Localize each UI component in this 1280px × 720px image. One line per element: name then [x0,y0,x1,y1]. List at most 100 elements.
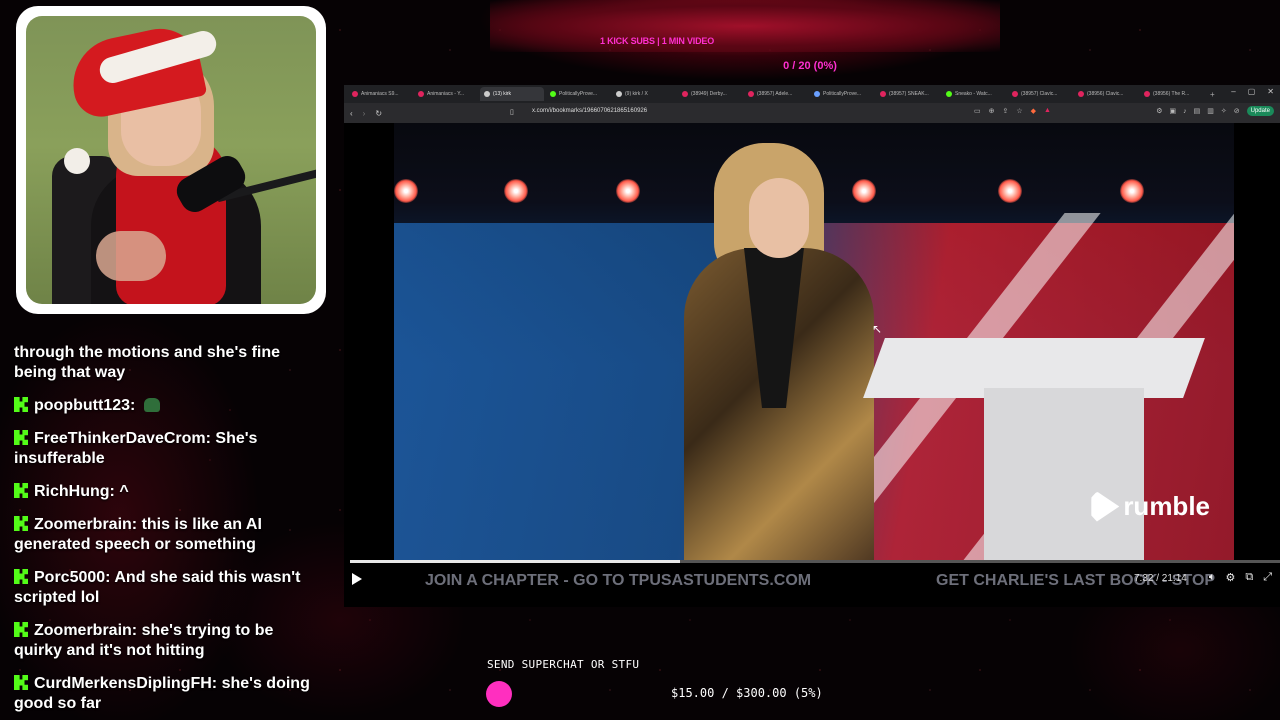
brave-shield-icon[interactable]: ◆ [1031,107,1036,115]
tab-bar: Animaniacs S9... Animaniacs - Y... (13) … [344,85,1280,103]
sidebar-icon[interactable]: ▤ [1194,107,1201,115]
kick-badge-icon [14,622,28,637]
play-icon[interactable] [352,573,362,585]
bookmark-icon[interactable]: ▯ [510,108,514,116]
star-icon[interactable]: ☆ [1016,107,1022,115]
minimize-icon[interactable]: – [1231,87,1235,96]
update-button[interactable]: Update [1246,106,1274,116]
video-time: 7:32 / 21:14 [1134,573,1187,584]
tab-label: PoliticallyProve... [823,91,862,97]
browser-tab[interactable]: (38949) Derby... [678,87,742,101]
extension-icon[interactable]: ▣ [1170,107,1177,115]
tab-label: Sneako - Watc... [955,91,992,97]
stage-light [504,179,528,203]
tab-label: (38949) Derby... [691,91,727,97]
podium [863,338,1205,563]
superchat-progress-dot [486,681,512,707]
tab-label: (38957) Clavic... [1021,91,1058,97]
share-icon[interactable]: ⇪ [1003,107,1009,115]
chat-username: RichHung [34,483,110,500]
stage-light [1120,179,1144,203]
bluesky-tab-icon [814,91,820,97]
tab-label: Animaniacs - Y... [427,91,465,97]
podium-body [984,388,1144,563]
emote-icon [143,398,160,412]
toolbar-right: ⚙ ▣ ♪ ▤ ▥ ✧ ⊘ Update [1156,106,1274,116]
x-tab-icon [616,91,622,97]
chat-message: Zoomerbrain: this is like an AI generate… [14,516,262,553]
video-player[interactable]: rumble [394,123,1234,563]
chat-message-text: through the motions and she's fine being… [14,344,281,381]
kick-badge-icon [14,483,28,498]
subgoal-counter: 0 / 20 (0%) [783,60,837,72]
chat-username: Porc5000 [34,569,106,586]
chat-message-text: ^ [119,483,129,500]
browser-tab[interactable]: (38956) The R... [1140,87,1204,101]
chat-username: CurdMerkensDiplingFH [34,675,212,692]
mouse-cursor-icon: ↖ [872,322,883,336]
browser-tab[interactable]: PoliticallyProve... [546,87,610,101]
browser-tab[interactable]: (9) kirk / X [612,87,676,101]
kick-badge-icon [14,516,28,531]
tab-label: (38956) The R... [1153,91,1190,97]
forward-icon[interactable]: › [363,109,366,118]
tab-label: PoliticallyProve... [559,91,598,97]
browser-window: Animaniacs S9... Animaniacs - Y... (13) … [344,85,1280,607]
zoom-icon[interactable]: ⊕ [989,107,995,115]
cam-hand [96,231,166,281]
chat-username: Zoomerbrain [34,516,132,533]
browser-tab[interactable]: (38957) SNEAK... [876,87,940,101]
youtube-tab-icon [352,91,358,97]
chat-feed: through the motions and she's fine being… [14,343,324,720]
browser-tab[interactable]: (38957) Clavic... [1008,87,1072,101]
tab-label: (9) kirk / X [625,91,648,97]
tab-label: (38956) Clavic... [1087,91,1124,97]
stage-light [852,179,876,203]
superchat-goal-label: SEND SUPERCHAT OR STFU [487,658,640,671]
popout-icon[interactable]: ⧉ [1245,571,1253,584]
maximize-icon[interactable]: ▢ [1248,87,1256,96]
youtube-tab-icon [1078,91,1084,97]
webcam-frame [16,6,326,314]
youtube-tab-icon [682,91,688,97]
rumble-logo-icon [1091,491,1120,522]
browser-tab[interactable]: Animaniacs S9... [348,87,412,101]
new-tab-icon[interactable]: + [1210,90,1215,99]
browser-tab[interactable]: PoliticallyProve... [810,87,874,101]
tab-label: (13) kirk [493,91,512,97]
cam-santa-hat-pom [64,148,90,174]
vpn-icon[interactable]: ⊘ [1234,107,1240,115]
stage-light [998,179,1022,203]
back-icon[interactable]: ‹ [350,109,353,118]
extension-icon[interactable]: ⚙ [1156,107,1162,115]
subgoal-banner: 1 KICK SUBS | 1 MIN VIDEO [490,0,1000,52]
browser-tab-active[interactable]: (13) kirk [480,87,544,101]
fullscreen-icon[interactable]: ⤢ [1263,571,1272,584]
ticker-text-left: JOIN A CHAPTER - GO TO TPUSASTUDENTS.COM [425,572,812,589]
kick-tab-icon [946,91,952,97]
wallet-icon[interactable]: ▥ [1207,107,1214,115]
settings-icon[interactable]: ⚙ [1225,571,1235,584]
close-icon[interactable]: ✕ [1267,87,1274,96]
chat-username: Zoomerbrain [34,622,132,639]
chat-message: Porc5000: And she said this wasn't scrip… [14,569,301,606]
music-icon[interactable]: ♪ [1183,108,1187,115]
rewards-icon[interactable]: ▲ [1044,107,1051,115]
url-field[interactable]: x.com/i/bookmarks/1966070621865160926 [532,108,647,114]
browser-tab[interactable]: (38956) Clavic... [1074,87,1138,101]
video-controls: JOIN A CHAPTER - GO TO TPUSASTUDENTS.COM… [344,565,1280,595]
address-bar: ‹ › ↻ ▯ x.com/i/bookmarks/19660706218651… [344,103,1280,123]
screen-icon[interactable]: ▭ [974,107,981,115]
kick-badge-icon [14,397,28,412]
browser-tab[interactable]: (38957) Adele... [744,87,808,101]
player-control-icons: 🔈︎ ⚙ ⧉ ⤢ [1209,571,1272,584]
browser-tab[interactable]: Sneako - Watc... [942,87,1006,101]
superchat-goal-amount: $15.00 / $300.00 (5%) [671,686,823,700]
browser-tab[interactable]: Animaniacs - Y... [414,87,478,101]
volume-icon[interactable]: 🔈︎ [1209,571,1216,584]
video-progress-bar[interactable] [350,560,1280,563]
youtube-tab-icon [1012,91,1018,97]
x-tab-icon [484,91,490,97]
leo-icon[interactable]: ✧ [1221,107,1227,115]
reload-icon[interactable]: ↻ [375,109,382,118]
